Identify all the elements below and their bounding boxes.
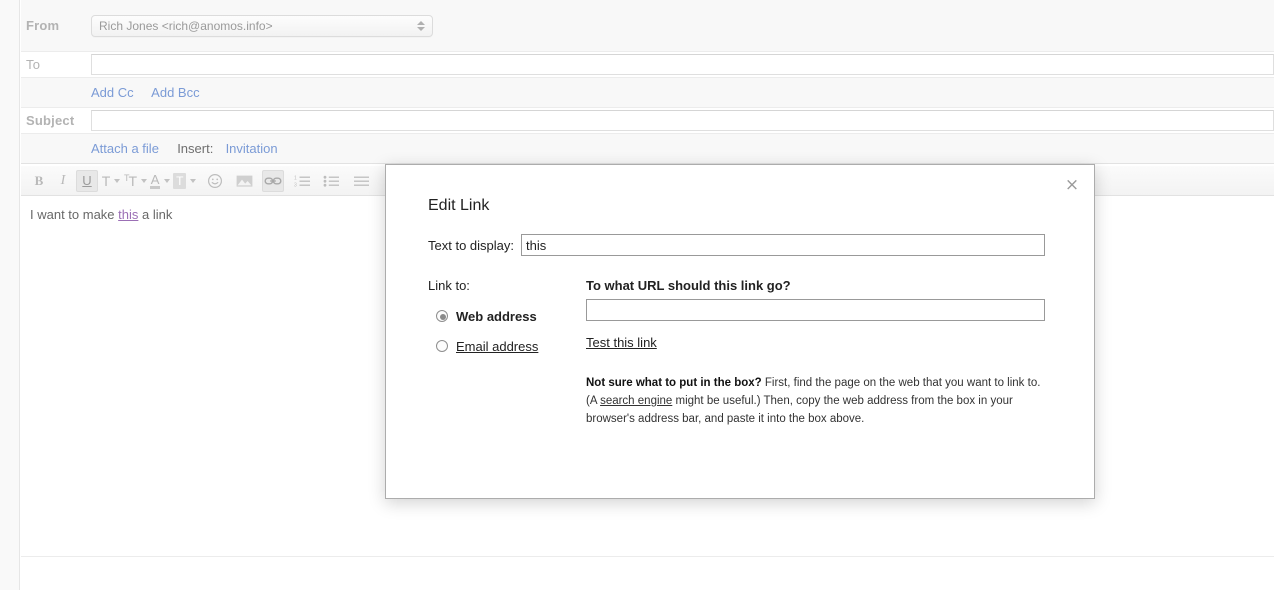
underline-icon[interactable]: U: [76, 169, 98, 192]
radio-web-address-label: Web address: [456, 308, 537, 324]
cc-links-row: Add Cc Add Bcc: [21, 78, 1274, 108]
attach-links: Attach a file Insert: Invitation: [21, 141, 278, 156]
from-label: From: [26, 18, 60, 33]
font-size-icon[interactable]: TT: [124, 170, 148, 192]
radio-email-address-icon[interactable]: [436, 340, 448, 352]
italic-icon[interactable]: I: [52, 170, 74, 192]
url-column: To what URL should this link go? Test th…: [586, 278, 1064, 428]
from-select[interactable]: Rich Jones <rich@anomos.info>: [91, 14, 433, 37]
add-cc-link[interactable]: Add Cc: [91, 85, 134, 100]
attach-row: Attach a file Insert: Invitation: [21, 134, 1274, 164]
link-to-section: Link to: Web address Email address To wh…: [428, 278, 1064, 428]
text-color-icon[interactable]: A: [149, 170, 171, 192]
help-lead: Not sure what to put in the box?: [586, 377, 762, 389]
align-icon[interactable]: [350, 170, 372, 192]
text-to-display-input[interactable]: [521, 234, 1045, 256]
to-row: To: [21, 52, 1274, 78]
bulleted-list-icon[interactable]: [320, 170, 342, 192]
body-inline-link[interactable]: this: [118, 207, 138, 222]
insert-invitation-link[interactable]: Invitation: [226, 141, 278, 156]
to-input[interactable]: [91, 54, 1274, 75]
link-to-column: Link to: Web address Email address: [428, 278, 586, 428]
bold-icon[interactable]: B: [28, 170, 50, 192]
close-icon[interactable]: ×: [1063, 176, 1081, 194]
stepper-arrows-icon: [417, 20, 425, 31]
bottom-strip: [21, 557, 1274, 590]
compose-page: From Rich Jones <rich@anomos.info> To Ad…: [0, 0, 1274, 590]
highlight-color-icon[interactable]: T: [173, 170, 197, 192]
url-question-label: To what URL should this link go?: [586, 278, 791, 293]
radio-email-address-label: Email address: [456, 338, 539, 354]
body-text-before: I want to make: [30, 207, 119, 222]
body-text-after: a link: [138, 207, 173, 222]
text-to-display-row: Text to display:: [428, 233, 1064, 257]
text-to-display-label: Text to display:: [428, 237, 514, 253]
radio-web-address[interactable]: Web address: [428, 305, 586, 327]
help-text: Not sure what to put in the box? First, …: [586, 374, 1049, 428]
attach-a-file-link[interactable]: Attach a file: [91, 141, 159, 156]
insert-link-icon[interactable]: [262, 169, 285, 192]
radio-email-address[interactable]: Email address: [428, 335, 586, 357]
font-family-icon[interactable]: T: [100, 170, 122, 192]
insert-label: Insert:: [177, 141, 214, 156]
add-bcc-link[interactable]: Add Bcc: [151, 85, 199, 100]
to-label: To: [26, 57, 41, 72]
radio-web-address-icon[interactable]: [436, 310, 448, 322]
subject-input[interactable]: [91, 110, 1274, 131]
link-to-label: Link to:: [428, 278, 470, 293]
search-engine-link[interactable]: search engine: [600, 395, 672, 407]
numbered-list-icon[interactable]: 1 3: [291, 170, 313, 192]
from-row: From Rich Jones <rich@anomos.info>: [21, 0, 1274, 52]
dialog-body: Text to display: Link to: Web address Em…: [428, 233, 1064, 428]
svg-text:1: 1: [294, 175, 297, 181]
compose-header: From Rich Jones <rich@anomos.info> To Ad…: [21, 0, 1274, 164]
from-select-value: Rich Jones <rich@anomos.info>: [99, 18, 273, 33]
subject-label: Subject: [26, 113, 75, 128]
insert-image-icon[interactable]: [233, 170, 255, 192]
edit-link-dialog: × Edit Link Text to display: Link to: We…: [385, 164, 1095, 499]
svg-text:3: 3: [294, 182, 297, 187]
emoji-icon[interactable]: [204, 170, 226, 192]
url-input[interactable]: [586, 299, 1045, 321]
dialog-title: Edit Link: [428, 197, 490, 214]
left-gutter: [0, 0, 20, 590]
cc-links: Add Cc Add Bcc: [21, 85, 200, 100]
subject-row: Subject: [21, 108, 1274, 134]
test-this-link[interactable]: Test this link: [586, 335, 657, 350]
